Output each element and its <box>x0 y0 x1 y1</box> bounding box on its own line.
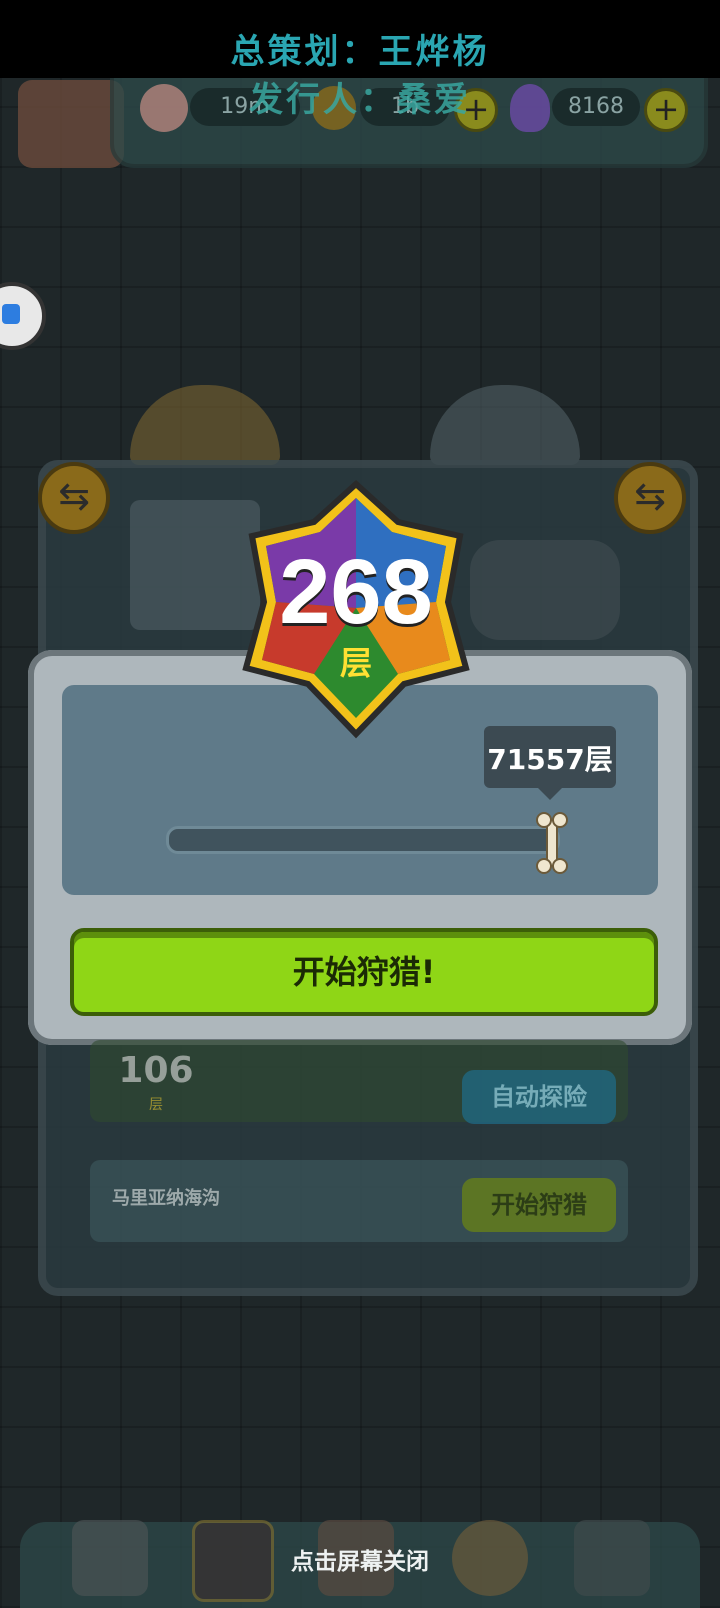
credit-line-planner: 总策划：王烨杨 <box>230 32 490 72</box>
card2-title: 马里亚纳海沟 <box>112 1188 220 1209</box>
floor-slider-track[interactable] <box>166 826 560 854</box>
monster-decoration <box>470 540 620 640</box>
swap-left-button[interactable]: ⇆ <box>38 462 110 534</box>
start-hunt-button[interactable]: 开始狩猎! <box>70 928 658 1016</box>
bone-icon[interactable] <box>532 812 572 874</box>
floor-number: 268 <box>279 541 433 643</box>
auto-explore-button[interactable]: 自动探险 <box>462 1070 616 1124</box>
card1-unit: 层 <box>149 1097 163 1113</box>
card1-badge: 106 层 <box>108 1050 204 1126</box>
card1-floor: 106 <box>118 1050 194 1091</box>
close-hint: 点击屏幕关闭 <box>291 1549 429 1575</box>
swap-right-button[interactable]: ⇆ <box>614 462 686 534</box>
card2-start-hunt-button[interactable]: 开始狩猎 <box>462 1178 616 1232</box>
slider-tooltip-text: 71557层 <box>487 743 613 776</box>
credit-line-publisher: 发行人：桑爱 <box>249 80 471 120</box>
slider-tooltip-tail <box>536 786 564 800</box>
floor-unit: 层 <box>339 644 372 682</box>
camera-icon <box>2 304 20 324</box>
